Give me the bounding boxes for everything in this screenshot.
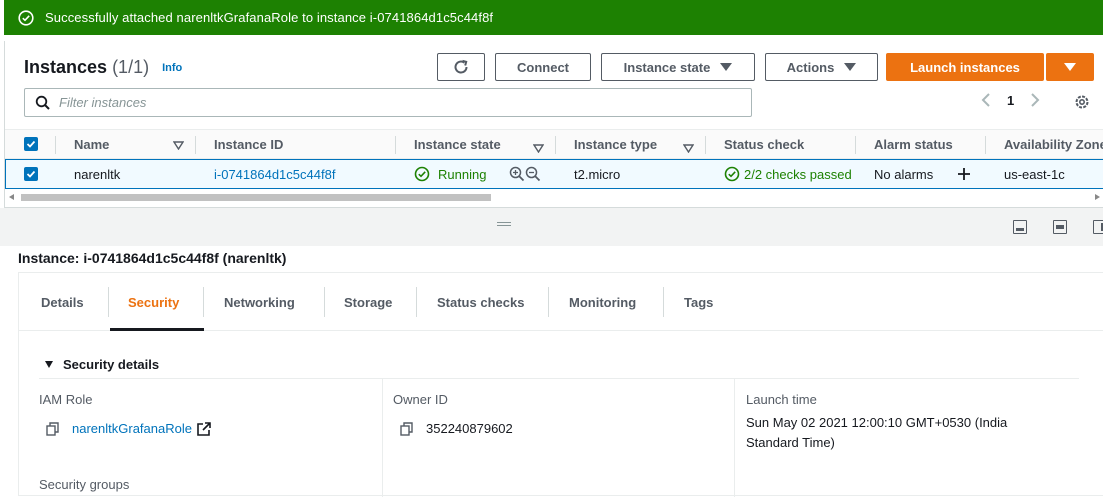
instance-id-link[interactable]: i-0741864d1c5c44f8f xyxy=(214,160,335,188)
details-tabs: Details Security Networking Storage Stat… xyxy=(19,273,1103,331)
column-header-alarm-status[interactable]: Alarm status xyxy=(874,130,953,158)
tab-details[interactable]: Details xyxy=(41,295,84,310)
refresh-icon xyxy=(454,59,468,74)
security-details-toggle[interactable]: Security details xyxy=(45,357,159,372)
column-header-instance-id[interactable]: Instance ID xyxy=(214,130,283,158)
instances-panel: Instances (1/1) Info Connect Instance st… xyxy=(4,41,1103,208)
active-tab-indicator xyxy=(110,328,204,331)
copy-icon[interactable] xyxy=(400,422,414,436)
flash-message: Successfully attached narenltkGrafanaRol… xyxy=(45,10,494,25)
instance-details-panel: Details Security Networking Storage Stat… xyxy=(18,272,1103,497)
cell-availability-zone: us-east-1c xyxy=(1004,166,1065,182)
caret-down-icon xyxy=(844,63,857,71)
split-panel-bar xyxy=(0,208,1103,246)
check-circle-icon xyxy=(724,166,740,182)
section-title: Security details xyxy=(63,357,160,372)
instance-state-label: Instance state xyxy=(623,59,711,75)
refresh-button[interactable] xyxy=(437,53,485,81)
cell-status-check: 2/2 checks passed xyxy=(724,160,852,188)
instances-title: Instances (1/1) Info xyxy=(24,57,182,78)
sort-icon[interactable] xyxy=(532,141,545,154)
zoom-controls xyxy=(509,160,541,188)
external-link-icon[interactable] xyxy=(196,421,212,437)
scroll-right-arrow[interactable] xyxy=(1095,194,1100,200)
column-header-instance-type[interactable]: Instance type xyxy=(574,130,657,158)
actions-label: Actions xyxy=(786,59,835,75)
instance-details-title: Instance: i-0741864d1c5c44f8f (narenltk) xyxy=(18,250,287,266)
caret-down-icon xyxy=(720,63,733,71)
page-number[interactable]: 1 xyxy=(1007,93,1014,108)
launch-instances-button[interactable]: Launch instances xyxy=(886,53,1044,81)
resize-handle[interactable] xyxy=(497,222,511,228)
iam-role-value: narenltkGrafanaRole xyxy=(46,419,212,439)
cell-instance-type: t2.micro xyxy=(574,166,621,182)
instance-state-button[interactable]: Instance state xyxy=(601,53,755,81)
filter-instances-input[interactable] xyxy=(59,95,719,110)
layout-side-icon[interactable] xyxy=(1093,220,1103,234)
zoom-in-icon[interactable] xyxy=(509,166,525,182)
horizontal-scrollbar[interactable] xyxy=(5,191,1103,203)
column-header-status-check[interactable]: Status check xyxy=(724,130,804,158)
scroll-left-arrow[interactable] xyxy=(9,194,14,200)
owner-id-label: Owner ID xyxy=(393,392,448,407)
sort-icon[interactable] xyxy=(173,141,184,150)
iam-role-label: IAM Role xyxy=(39,392,93,407)
owner-id-text: 352240879602 xyxy=(426,421,513,436)
sort-icon[interactable] xyxy=(682,141,695,154)
status-check-text: 2/2 checks passed xyxy=(744,166,852,182)
check-circle-icon xyxy=(414,166,430,182)
tab-status-checks[interactable]: Status checks xyxy=(437,295,524,310)
actions-button[interactable]: Actions xyxy=(765,53,878,81)
tab-tags[interactable]: Tags xyxy=(684,295,713,310)
table-header: Name Instance ID Instance state Instance… xyxy=(5,129,1103,159)
table-row[interactable]: narenltk i-0741864d1c5c44f8f Running t2.… xyxy=(5,159,1103,189)
pagination: 1 xyxy=(981,92,1040,108)
search-icon xyxy=(35,95,50,110)
tab-networking[interactable]: Networking xyxy=(224,295,295,310)
select-all-checkbox[interactable] xyxy=(24,130,38,158)
tab-storage[interactable]: Storage xyxy=(344,295,392,310)
state-text: Running xyxy=(438,166,487,182)
instances-heading: Instances xyxy=(24,57,108,77)
connect-label: Connect xyxy=(517,59,569,75)
column-header-instance-state[interactable]: Instance state xyxy=(414,130,501,158)
info-link[interactable]: Info xyxy=(162,62,182,74)
connect-button[interactable]: Connect xyxy=(495,53,591,81)
tab-monitoring[interactable]: Monitoring xyxy=(569,295,636,310)
launch-label: Launch instances xyxy=(910,59,1020,75)
zoom-out-icon[interactable] xyxy=(525,166,541,182)
copy-icon[interactable] xyxy=(46,422,60,436)
add-alarm-button[interactable] xyxy=(956,160,972,188)
gear-icon[interactable] xyxy=(1073,93,1091,111)
iam-role-link[interactable]: narenltkGrafanaRole xyxy=(72,419,192,439)
chevron-right-icon[interactable] xyxy=(1030,92,1040,108)
security-groups-label: Security groups xyxy=(39,477,130,492)
row-checkbox[interactable] xyxy=(24,160,38,188)
instances-count: (1/1) xyxy=(112,57,150,77)
layout-split-icon[interactable] xyxy=(1053,220,1067,234)
cell-name: narenltk xyxy=(74,166,121,182)
cell-alarm-status: No alarms xyxy=(874,166,934,182)
caret-down-icon xyxy=(1064,63,1076,71)
caret-down-icon xyxy=(45,361,53,368)
scrollbar-thumb[interactable] xyxy=(21,194,491,201)
chevron-left-icon[interactable] xyxy=(981,92,991,108)
owner-id-value: 352240879602 xyxy=(400,419,513,439)
column-header-name[interactable]: Name xyxy=(74,130,109,158)
check-circle-icon xyxy=(18,9,34,26)
column-header-availability-zone[interactable]: Availability Zone xyxy=(1004,130,1103,158)
launch-time-label: Launch time xyxy=(746,392,817,407)
launch-time-value: Sun May 02 2021 12:00:10 GMT+0530 (India… xyxy=(746,415,1008,450)
plus-icon xyxy=(958,168,970,180)
tab-security[interactable]: Security xyxy=(128,295,179,310)
success-flash-banner: Successfully attached narenltkGrafanaRol… xyxy=(4,0,1103,35)
layout-bottom-icon[interactable] xyxy=(1013,220,1027,234)
launch-options-dropdown-button[interactable] xyxy=(1046,53,1094,81)
cell-instance-state: Running xyxy=(414,160,486,188)
filter-box xyxy=(24,88,752,117)
